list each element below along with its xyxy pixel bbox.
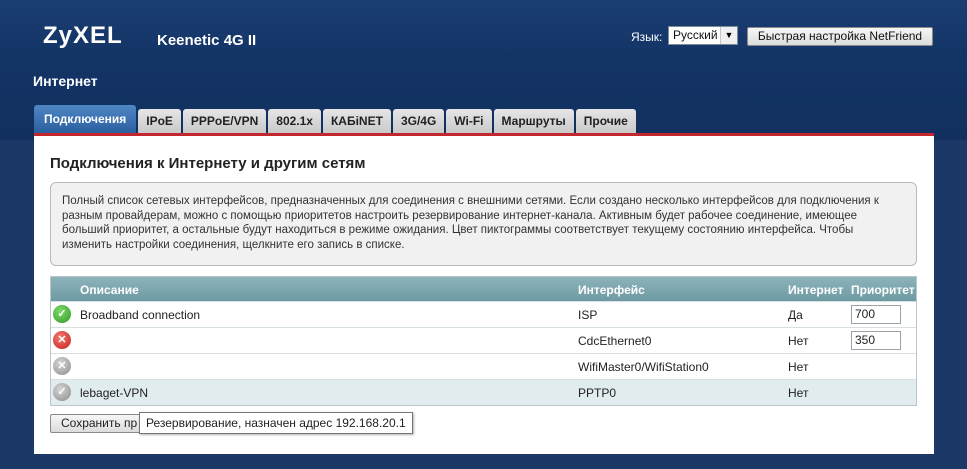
row-description: lebaget-VPN [80, 386, 149, 400]
section-title: Подключения к Интернету и другим сетям [50, 155, 366, 172]
language-select[interactable]: Русский ▼ [668, 26, 738, 45]
tab-8021x[interactable]: 802.1x [268, 109, 321, 133]
table-row[interactable]: ✕ WifiMaster0/WifiStation0 Нет [51, 353, 916, 379]
table-row[interactable]: ✕ CdcEthernet0 Нет 350 [51, 327, 916, 353]
info-text: Полный список сетевых интерфейсов, предн… [62, 195, 879, 251]
row-interface: PPTP0 [578, 386, 617, 400]
row-interface: CdcEthernet0 [578, 334, 652, 348]
tab-other[interactable]: Прочие [575, 109, 636, 133]
check-icon: ✓ [53, 305, 71, 323]
row-internet: Нет [788, 386, 809, 400]
row-interface: WifiMaster0/WifiStation0 [578, 360, 709, 374]
priority-input[interactable]: 700 [851, 305, 901, 324]
row-internet: Нет [788, 360, 809, 374]
header-description: Описание [80, 283, 139, 297]
table-header: Описание Интерфейс Интернет Приоритет [51, 277, 916, 301]
quick-setup-button[interactable]: Быстрая настройка NetFriend [747, 27, 933, 46]
cross-icon: ✕ [53, 331, 71, 349]
tab-wifi[interactable]: Wi-Fi [446, 109, 492, 133]
tab-3g-4g[interactable]: 3G/4G [392, 109, 445, 133]
table-row[interactable]: ✓ Broadband connection ISP Да 700 [51, 301, 916, 327]
tab-bar: Подключения IPoE PPPoE/VPN 802.1x КАБiNE… [34, 105, 638, 133]
row-internet: Нет [788, 334, 809, 348]
connections-table: Описание Интерфейс Интернет Приоритет ✓ … [50, 276, 917, 406]
info-box: Полный список сетевых интерфейсов, предн… [50, 182, 917, 266]
product-name: Keenetic 4G II [157, 32, 257, 49]
language-label: Язык: [631, 30, 663, 44]
tab-connections[interactable]: Подключения [34, 105, 137, 133]
zyxel-logo: ZyXEL [43, 22, 123, 49]
tab-ipoe[interactable]: IPoE [138, 109, 181, 133]
row-description: Broadband connection [80, 308, 201, 322]
check-icon: ✓ [53, 383, 71, 401]
priority-input[interactable]: 350 [851, 331, 901, 350]
header-interface: Интерфейс [578, 283, 645, 297]
tab-kabinet[interactable]: КАБiNET [322, 109, 391, 133]
tooltip: Резервирование, назначен адрес 192.168.2… [139, 412, 413, 434]
cross-icon: ✕ [53, 357, 71, 375]
tab-routes[interactable]: Маршруты [493, 109, 574, 133]
header-internet: Интернет [788, 283, 844, 297]
row-interface: ISP [578, 308, 598, 322]
chevron-down-icon[interactable]: ▼ [720, 27, 737, 44]
table-row[interactable]: ✓ lebaget-VPN PPTP0 Нет [51, 379, 916, 405]
tab-pppoe-vpn[interactable]: PPPoE/VPN [182, 109, 267, 133]
language-select-value: Русский [673, 28, 718, 42]
header-priority: Приоритет [851, 283, 915, 297]
page-title: Интернет [33, 73, 98, 89]
row-internet: Да [788, 308, 803, 322]
content-panel: Подключения к Интернету и другим сетям П… [34, 136, 934, 454]
